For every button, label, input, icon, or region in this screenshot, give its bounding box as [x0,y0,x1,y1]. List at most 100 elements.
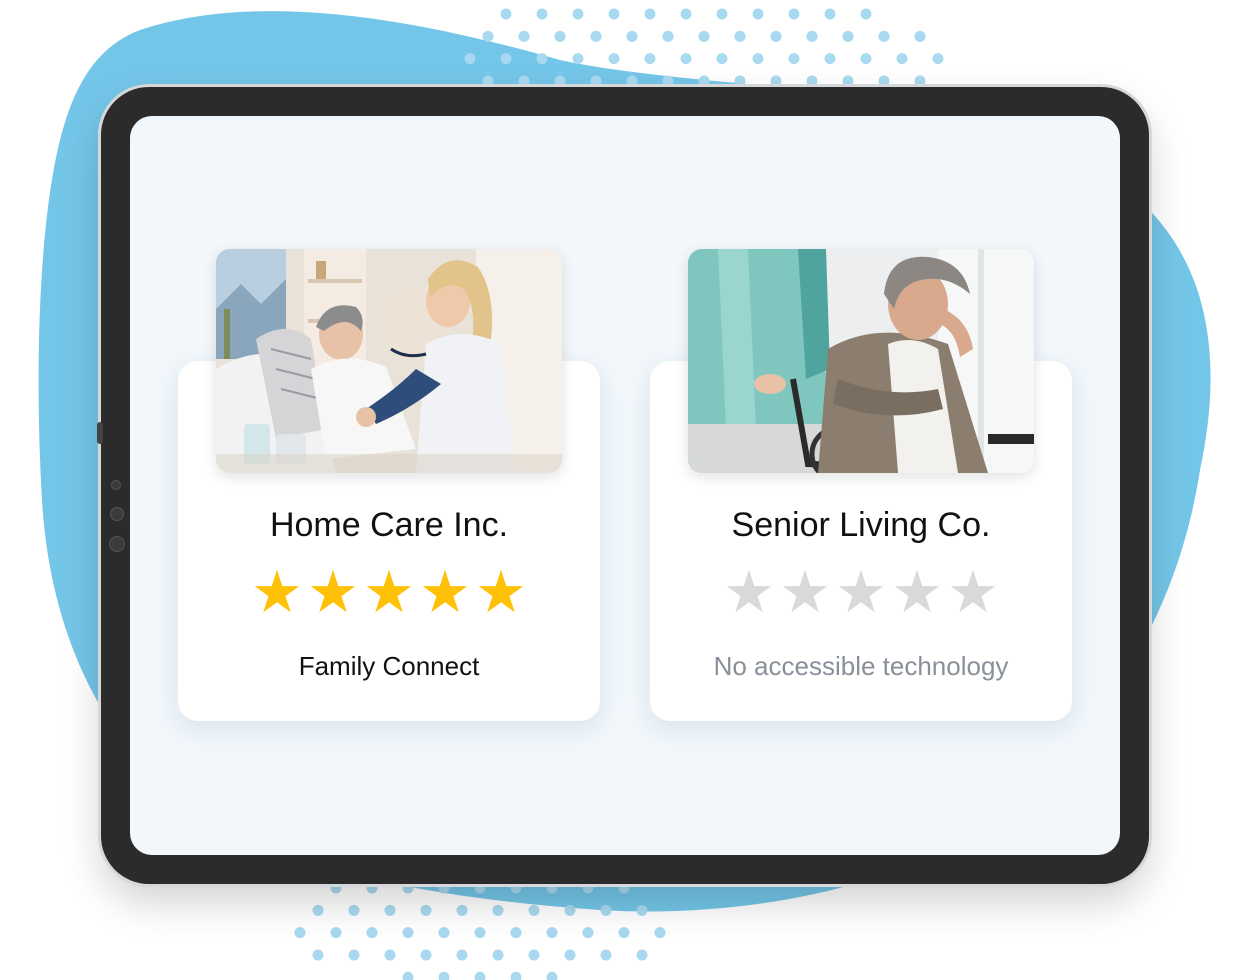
star-filled-icon: ★ [251,560,303,625]
pattern-dot [716,8,728,20]
pattern-dot [842,30,854,42]
pattern-dot [330,927,342,939]
pattern-dot [474,971,486,980]
pattern-dot [932,53,944,65]
pattern-dot [554,75,566,87]
star-filled-icon: ★ [363,560,415,625]
pattern-dot [456,949,468,961]
pattern-dot [438,927,450,939]
pattern-dot [420,949,432,961]
pattern-dot [474,882,486,894]
pattern-dot [824,8,836,20]
pattern-dot [860,53,872,65]
pattern-dot [618,882,630,894]
pattern-dot [294,927,306,939]
pattern-dot [582,882,594,894]
pattern-dot [402,927,414,939]
pattern-dot [312,904,324,916]
pattern-dot [860,8,872,20]
pattern-dot [482,75,494,87]
pattern-dot [420,904,432,916]
pattern-dot [878,30,890,42]
pattern-dot [680,8,692,20]
provider-name: Senior Living Co. [731,506,991,544]
pattern-dot [636,904,648,916]
elderly-woman-in-wheelchair-photo [688,249,1034,473]
pattern-dot [564,949,576,961]
pattern-dot [654,927,666,939]
pattern-dot [608,53,620,65]
pattern-dot [698,75,710,87]
pattern-dot [402,882,414,894]
pattern-dot [590,75,602,87]
star-empty-icon: ★ [835,560,887,625]
pattern-dot [608,8,620,20]
pattern-dot [528,904,540,916]
pattern-dot [806,75,818,87]
pattern-dot [536,8,548,20]
camera-icon [111,480,121,490]
pattern-dot [644,8,656,20]
pattern-dot [914,75,926,87]
pattern-dot [330,882,342,894]
pattern-dot [510,882,522,894]
pattern-dot [788,8,800,20]
star-empty-icon: ★ [891,560,943,625]
pattern-dot [402,971,414,980]
star-filled-icon: ★ [419,560,471,625]
pattern-dot [662,75,674,87]
pattern-dot [546,927,558,939]
pattern-dot [564,904,576,916]
pattern-dot [348,904,360,916]
pattern-dot [546,971,558,980]
pattern-dot [366,882,378,894]
provider-feature: No accessible technology [713,651,1009,681]
pattern-dot [546,882,558,894]
pattern-dot [366,927,378,939]
rating-stars: ★★★★★ [650,561,1072,625]
pattern-dot [734,30,746,42]
pattern-dot [492,949,504,961]
pattern-dot [438,882,450,894]
pattern-dot [734,75,746,87]
star-empty-icon: ★ [947,560,999,625]
caregiver-with-elderly-woman-photo [216,249,562,473]
pattern-dot [518,75,530,87]
pattern-dot [510,927,522,939]
pattern-dot [716,53,728,65]
star-empty-icon: ★ [723,560,775,625]
star-filled-icon: ★ [475,560,527,625]
star-filled-icon: ★ [307,560,359,625]
pattern-dot [572,53,584,65]
pattern-dot [824,53,836,65]
pattern-dot [806,30,818,42]
pattern-dot [456,904,468,916]
pattern-dot [644,53,656,65]
pattern-dot [582,927,594,939]
sensor-icon [110,507,124,521]
pattern-dot [842,75,854,87]
tablet-device: Home Care Inc. ★★★★★ Family Connect Seni… [97,87,1149,884]
pattern-dot [636,949,648,961]
pattern-dot [518,30,530,42]
pattern-dot [482,30,494,42]
pattern-dot [752,8,764,20]
pattern-dot [348,949,360,961]
rating-stars: ★★★★★ [178,561,600,625]
pattern-dot [500,8,512,20]
pattern-dot [770,30,782,42]
pattern-dot [536,53,548,65]
pattern-dot [384,949,396,961]
pattern-dot [312,949,324,961]
pattern-dot [572,8,584,20]
pattern-dot [474,927,486,939]
pattern-dot [896,53,908,65]
pattern-dot [680,53,692,65]
pattern-dot [590,30,602,42]
pattern-dot [698,30,710,42]
pattern-dot [618,927,630,939]
pattern-dot [510,971,522,980]
pattern-dot [438,971,450,980]
pattern-dot [464,53,476,65]
provider-feature: Family Connect [298,651,480,681]
